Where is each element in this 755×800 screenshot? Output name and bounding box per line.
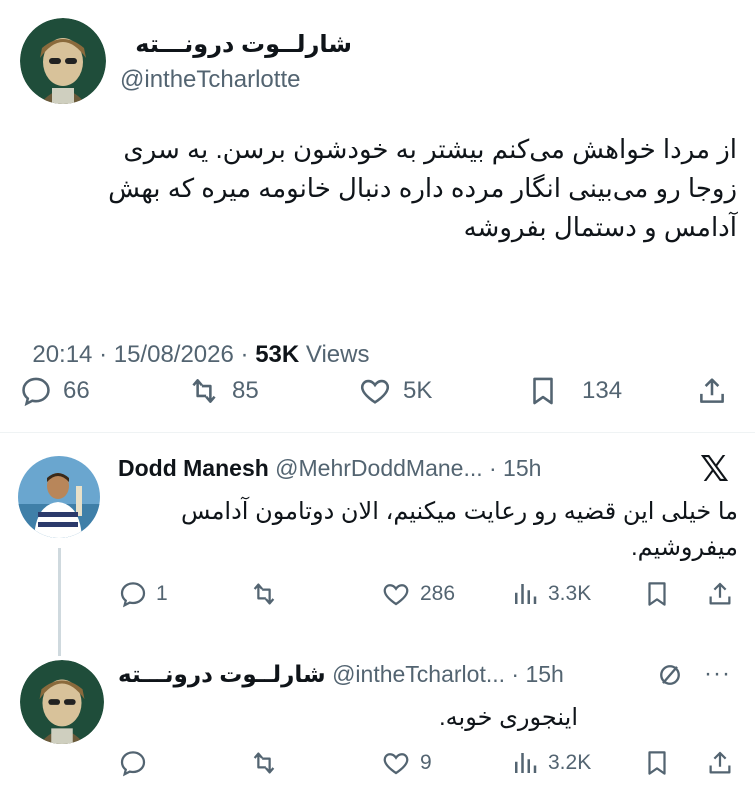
bookmark-icon[interactable] (642, 579, 672, 609)
reply-text-line: میفروشیم. (630, 534, 738, 561)
more-options-button[interactable]: ··· (704, 660, 731, 688)
share-icon[interactable] (705, 748, 735, 778)
circle-slash-icon (656, 661, 684, 689)
reply-handle-time[interactable]: @intheTcharlot... · 15h (332, 661, 564, 687)
tweet-text-line: از مردا خواهش می‌کنم بیشتر به خودشون برس… (123, 134, 737, 164)
views-label: Views (299, 341, 370, 368)
reply-header: شارلــوت درونـــته @intheTcharlot... · 1… (118, 661, 564, 688)
bookmark-count: 134 (582, 377, 623, 404)
thread-line (58, 548, 61, 656)
like-button[interactable]: 5K (357, 374, 432, 408)
retweet-icon (186, 374, 222, 408)
x-logo-icon: 𝕏 (700, 449, 730, 490)
tweet-timestamp[interactable]: 20:14 · 15/08/2026 · (32, 341, 255, 368)
like-button[interactable]: 9 (380, 748, 432, 778)
tweet-meta: 20:14 · 15/08/2026 · 53K Views (19, 313, 369, 369)
retweet-button[interactable] (248, 748, 288, 778)
reply-text: اینجوری خوبه. (118, 700, 578, 736)
divider (0, 432, 755, 433)
bookmark-icon (526, 374, 560, 408)
views-count: 3.2K (548, 751, 592, 774)
reply-text-line: اینجوری خوبه. (439, 704, 578, 731)
reply-display-name[interactable]: شارلــوت درونـــته (118, 661, 326, 687)
views-button[interactable]: 3.2K (510, 748, 591, 778)
views-count: 53K (255, 341, 300, 368)
like-count: 5K (403, 377, 433, 404)
share-icon[interactable] (705, 579, 735, 609)
tweet-text-line: زوجا رو می‌بینی انگار مرده داره دنبال خا… (108, 173, 737, 203)
reply-header: Dodd Manesh @MehrDoddMane... · 15h (118, 455, 541, 482)
bookmark-icon[interactable] (642, 748, 672, 778)
author-handle[interactable]: @intheTcharlotte (120, 66, 300, 94)
author-display-name[interactable]: شارلــوت درونـــته (120, 30, 352, 59)
like-button[interactable]: 286 (380, 579, 455, 609)
bookmark-button[interactable]: 134 (526, 374, 622, 408)
tweet-text: از مردا خواهش می‌کنم بیشتر به خودشون برس… (14, 130, 737, 247)
heart-icon (357, 374, 393, 408)
reply-count: 66 (63, 377, 90, 404)
retweet-count: 85 (232, 377, 259, 404)
tweet-text-line: آدامس و دستمال بفروشه (463, 212, 737, 242)
reply-button[interactable]: 66 (19, 374, 90, 408)
retweet-icon (248, 579, 280, 609)
reply-icon (118, 748, 148, 778)
heart-icon (380, 579, 412, 609)
reply-icon (19, 374, 53, 408)
retweet-icon (248, 748, 280, 778)
reply-text: ما خیلی این قضیه رو رعایت میکنیم، الان د… (118, 494, 738, 566)
like-count: 9 (420, 751, 432, 774)
reply-icon (118, 579, 148, 609)
reply-display-name[interactable]: Dodd Manesh (118, 455, 269, 481)
retweet-button[interactable] (248, 579, 288, 609)
like-count: 286 (420, 582, 456, 605)
retweet-button[interactable]: 85 (186, 374, 259, 408)
analytics-icon (510, 748, 540, 778)
author-avatar[interactable] (20, 660, 104, 744)
analytics-icon (510, 579, 540, 609)
reply-handle-time[interactable]: @MehrDoddMane... · 15h (275, 455, 541, 481)
views-count: 3.3K (548, 582, 592, 605)
share-icon[interactable] (695, 374, 729, 408)
reply-text-line: ما خیلی این قضیه رو رعایت میکنیم، الان د… (180, 498, 738, 525)
reply-button[interactable]: 1 (118, 579, 168, 609)
reply-count: 1 (156, 582, 168, 605)
reply-avatar[interactable] (18, 456, 100, 538)
author-avatar[interactable] (20, 18, 106, 104)
heart-icon (380, 748, 412, 778)
reply-button[interactable] (118, 748, 156, 778)
views-button[interactable]: 3.3K (510, 579, 591, 609)
